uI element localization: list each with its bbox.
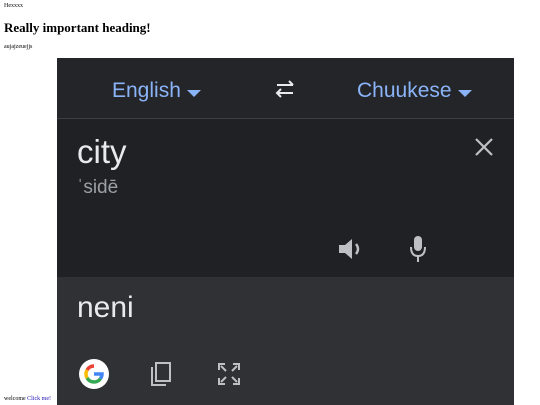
caret-down-icon <box>457 89 472 97</box>
speaker-icon[interactable] <box>337 236 365 262</box>
input-panel[interactable]: city ˈsidē <box>57 119 514 277</box>
close-icon[interactable] <box>474 137 494 157</box>
caret-down-icon <box>186 89 201 97</box>
click-me-link[interactable]: Click me! <box>27 396 51 402</box>
target-language-label: Chuukese <box>357 79 452 102</box>
output-panel: neni <box>57 277 514 405</box>
source-language-label: English <box>112 79 181 102</box>
swap-icon[interactable] <box>273 78 297 100</box>
language-bar: English Chuukese <box>57 58 514 118</box>
translate-screenshot: English Chuukese city ˈsidē neni <box>57 58 514 405</box>
target-language-selector[interactable]: Chuukese <box>357 79 472 103</box>
source-language-selector[interactable]: English <box>112 79 201 103</box>
small-top-text: Hexxxx <box>4 3 23 9</box>
welcome-line: welcome Click me! <box>4 396 51 403</box>
pronunciation-text: ˈsidē <box>77 177 119 198</box>
source-text[interactable]: city <box>77 133 127 171</box>
copy-icon[interactable] <box>150 361 172 387</box>
fullscreen-icon[interactable] <box>217 362 241 386</box>
paragraph-text: aujajzeuejjs <box>4 44 33 50</box>
mic-icon[interactable] <box>409 235 427 263</box>
welcome-text: welcome <box>4 396 26 402</box>
page-heading: Really important heading! <box>4 20 151 35</box>
google-logo-icon[interactable] <box>79 359 109 389</box>
output-text: neni <box>77 291 134 324</box>
